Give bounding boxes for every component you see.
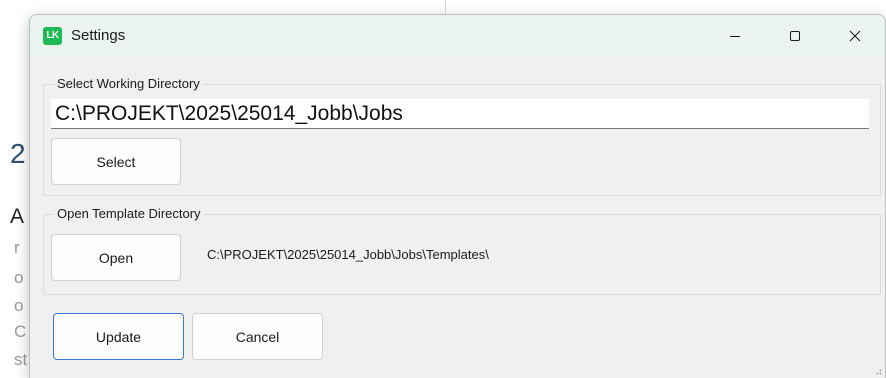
minimize-button[interactable] [705, 15, 765, 56]
template-directory-group: Open Template Directory Open C:\PROJEKT\… [43, 206, 881, 295]
background-text-fragment: st [14, 350, 28, 369]
working-directory-input[interactable] [51, 99, 869, 129]
working-directory-group: Select Working Directory Select [43, 76, 881, 196]
app-logo-icon: LK [43, 27, 62, 45]
close-icon [849, 30, 861, 41]
minimize-icon [730, 35, 740, 37]
maximize-icon [790, 30, 800, 41]
template-directory-label: Open Template Directory [54, 206, 204, 222]
maximize-button[interactable] [765, 15, 825, 56]
cancel-button[interactable]: Cancel [192, 313, 323, 360]
background-text-fragment: r [14, 238, 20, 257]
background-paragraph: A [10, 205, 25, 228]
resize-grip-icon[interactable] [874, 367, 882, 375]
open-button[interactable]: Open [51, 234, 181, 281]
window-title: Settings [71, 27, 126, 44]
update-button[interactable]: Update [53, 313, 184, 360]
screen: 2 A r o o C st LK Settings Select Workin… [0, 0, 886, 378]
background-text-fragment: o [14, 296, 24, 315]
close-button[interactable] [825, 15, 885, 56]
background-divider [445, 0, 446, 14]
background-heading: 2 [10, 138, 26, 169]
background-text-fragment: o [14, 268, 24, 287]
working-directory-label: Select Working Directory [54, 76, 203, 92]
template-directory-path: C:\PROJEKT\2025\25014_Jobb\Jobs\Template… [207, 247, 489, 262]
select-button[interactable]: Select [51, 138, 181, 185]
settings-dialog: LK Settings Select Working Directory C:\… [29, 14, 886, 378]
title-bar[interactable]: LK Settings [30, 15, 885, 56]
background-text-fragment: C [14, 322, 27, 341]
